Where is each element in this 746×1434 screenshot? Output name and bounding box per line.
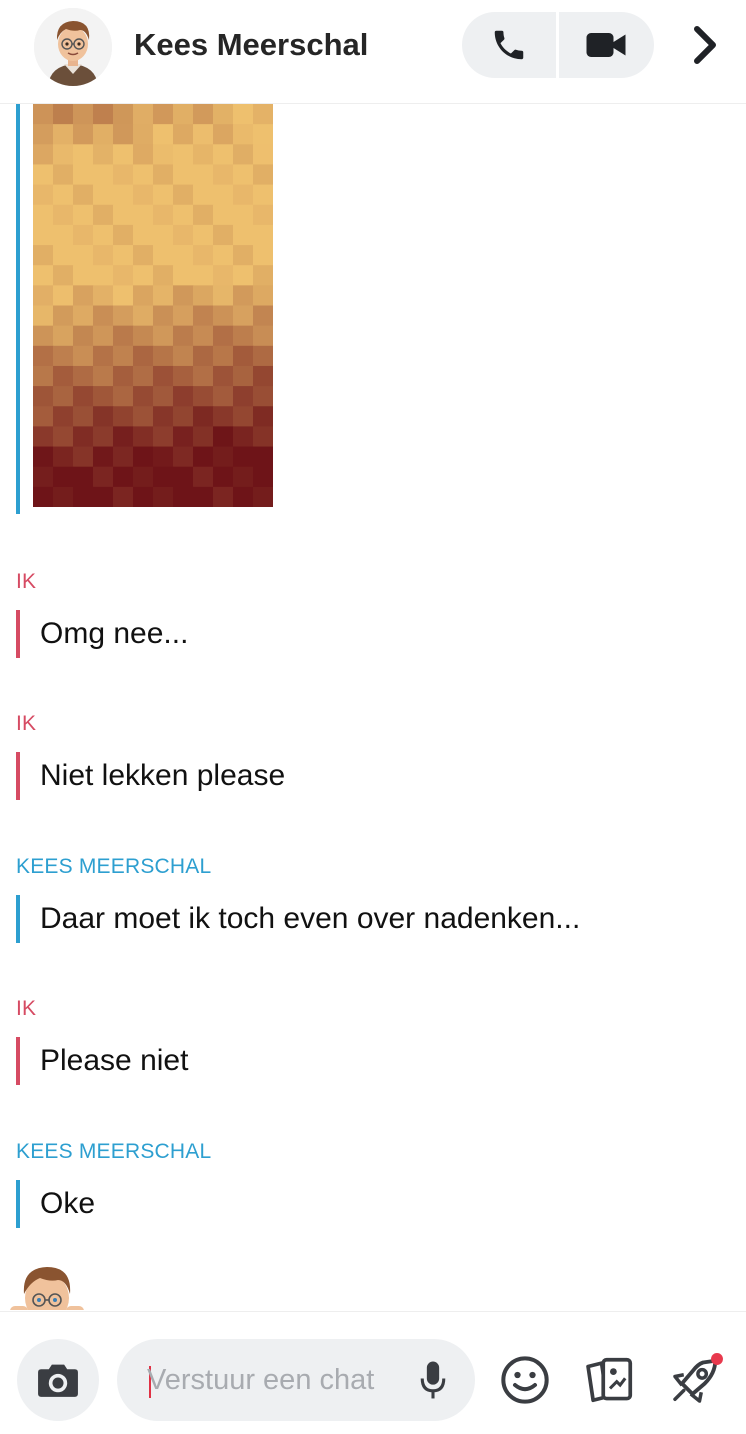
message-bar: [16, 1180, 20, 1228]
snap-sender-bar: [16, 104, 20, 514]
message-text: Please niet: [40, 1044, 189, 1077]
microphone-icon: [420, 1361, 446, 1399]
message-bar: [16, 895, 20, 943]
video-camera-icon: [586, 33, 626, 57]
chevron-right-button[interactable]: [680, 18, 730, 72]
message-text: Niet lekken please: [40, 759, 286, 792]
call-pill: [462, 12, 654, 78]
message-item: KEES MEERSCHAL Daar moet ik toch even ov…: [16, 855, 716, 943]
video-call-button[interactable]: [559, 12, 653, 78]
message-item: KEES MEERSCHAL Oke: [16, 1140, 716, 1228]
notification-dot: [711, 1353, 723, 1365]
message-sender: KEES MEERSCHAL: [16, 1140, 212, 1163]
chat-header: Kees Meerschal: [0, 0, 746, 104]
chevron-right-icon: [694, 26, 716, 64]
microphone-button[interactable]: [415, 1355, 451, 1405]
voice-call-button[interactable]: [462, 12, 556, 78]
message-sender: IK: [16, 997, 37, 1020]
chat-input[interactable]: [147, 1355, 427, 1405]
chat-input-container[interactable]: [117, 1339, 475, 1421]
message-body[interactable]: Daar moet ik toch even over nadenken...: [16, 895, 716, 943]
message-text: Daar moet ik toch even over nadenken...: [40, 902, 581, 935]
message-sender: IK: [16, 570, 37, 593]
message-body[interactable]: Omg nee...: [16, 610, 716, 658]
message-body[interactable]: Please niet: [16, 1037, 716, 1085]
message-item: IK Niet lekken please: [16, 712, 716, 800]
smiley-icon: [501, 1356, 549, 1404]
composer-bar: [0, 1311, 746, 1434]
message-text: Oke: [40, 1187, 96, 1220]
cards-icon: [586, 1357, 633, 1403]
emoji-button[interactable]: [497, 1352, 553, 1408]
message-item: IK Please niet: [16, 997, 716, 1085]
contact-name[interactable]: Kees Meerschal: [134, 27, 368, 63]
message-bar: [16, 752, 20, 800]
phone-icon: [494, 30, 524, 60]
camera-icon: [38, 1364, 78, 1397]
message-bar: [16, 1037, 20, 1085]
message-sender: IK: [16, 712, 37, 735]
message-item: IK Omg nee...: [16, 570, 716, 658]
message-body[interactable]: Oke: [16, 1180, 716, 1228]
snap-thumbnail[interactable]: [33, 104, 273, 507]
message-body[interactable]: Niet lekken please: [16, 752, 716, 800]
contact-avatar[interactable]: [34, 8, 112, 86]
message-bar: [16, 610, 20, 658]
rocket-button[interactable]: [668, 1352, 724, 1408]
rocket-icon: [673, 1353, 723, 1403]
message-sender: KEES MEERSCHAL: [16, 855, 212, 878]
cards-button[interactable]: [582, 1352, 638, 1408]
peeking-avatar: [10, 1262, 84, 1310]
message-text: Omg nee...: [40, 617, 189, 650]
camera-button[interactable]: [17, 1339, 99, 1421]
